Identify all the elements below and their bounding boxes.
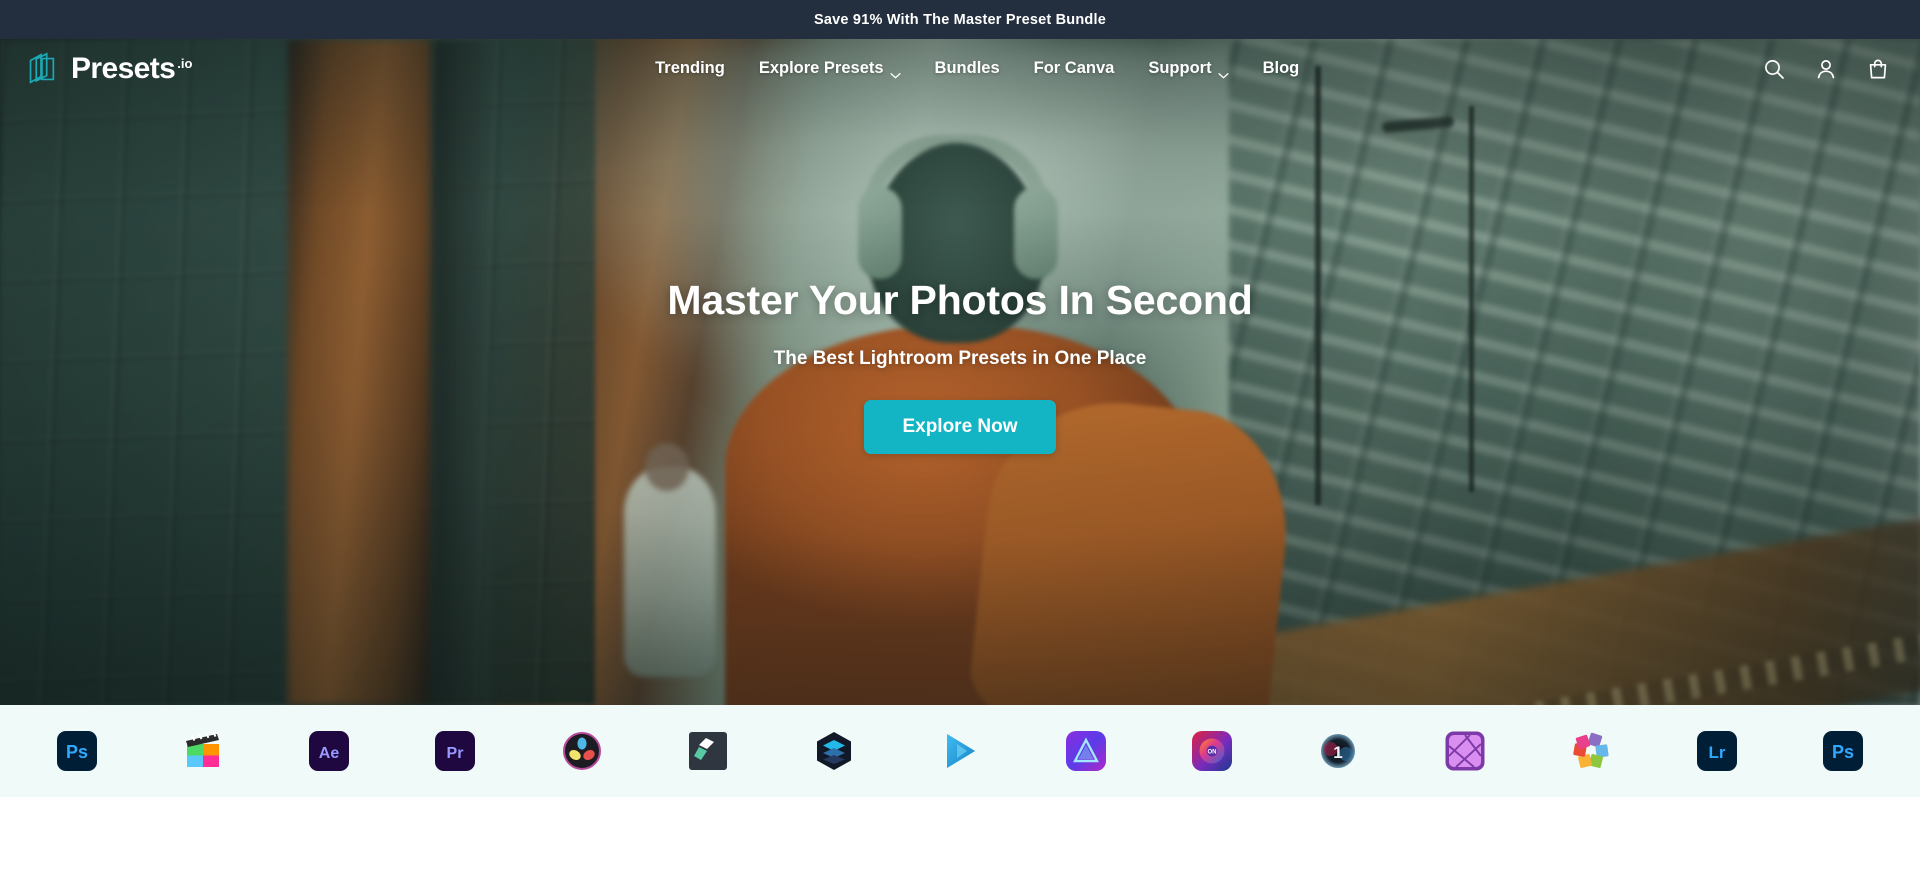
header-actions (1762, 57, 1898, 81)
app-logo-on1-photo-raw[interactable]: ON (1149, 730, 1275, 772)
app-logo-after-effects[interactable]: Ae (266, 730, 392, 772)
luminar-icon (1066, 731, 1107, 771)
nav-item-for-canva[interactable]: For Canva (1034, 59, 1115, 78)
svg-text:ON: ON (1208, 750, 1217, 756)
nav-item-support[interactable]: Support (1148, 59, 1229, 79)
chevron-down-icon (1218, 65, 1229, 79)
nav-item-blog[interactable]: Blog (1263, 59, 1300, 78)
brand-tld: .io (177, 55, 193, 71)
app-logo-capture-one-hex[interactable] (771, 730, 897, 772)
capture-one-icon: 1 (1321, 734, 1356, 768)
nav-label: Trending (655, 59, 725, 77)
app-logo-powerdirector[interactable] (897, 730, 1023, 772)
lightroom-icon: Lr (1696, 731, 1737, 771)
nav-label: Blog (1262, 59, 1300, 77)
announcement-text: Save 91% With The Master Preset Bundle (814, 11, 1106, 28)
app-logo-corel-pinwheel[interactable] (1528, 730, 1654, 772)
account-icon[interactable] (1814, 57, 1838, 81)
chevron-down-icon (890, 65, 901, 79)
site-header: Presets .io Trending Explore Presets Bun… (0, 39, 1920, 98)
hero-content: Master Your Photos In Second The Best Li… (0, 277, 1920, 454)
cart-icon[interactable] (1866, 57, 1890, 81)
app-logo-lightroom[interactable]: Lr (1654, 730, 1780, 772)
photoshop-icon: Ps (1823, 731, 1864, 771)
svg-text:Ps: Ps (1832, 742, 1854, 762)
play-triangle-icon (947, 734, 976, 768)
stacked-frames-icon (22, 50, 60, 88)
main-navigation: Trending Explore Presets Bundles For Can… (192, 59, 1762, 79)
nav-label: Bundles (934, 59, 1000, 77)
premiere-pro-icon: Pr (435, 731, 476, 771)
hero-section: Presets .io Trending Explore Presets Bun… (0, 39, 1920, 705)
app-logo-photoshop[interactable]: Ps (14, 730, 140, 772)
nav-label: For Canva (1033, 59, 1115, 77)
hero-subtitle: The Best Lightroom Presets in One Place (773, 348, 1147, 369)
svg-text:Pr: Pr (447, 745, 464, 762)
app-logo-davinci-resolve[interactable] (519, 730, 645, 772)
explore-now-button[interactable]: Explore Now (864, 400, 1056, 454)
app-logo-premiere-pro[interactable]: Pr (392, 730, 518, 772)
davinci-resolve-icon (562, 732, 601, 770)
app-logo-capture-one[interactable]: 1 (1275, 730, 1401, 772)
svg-text:Lr: Lr (1708, 743, 1725, 762)
photoshop-icon: Ps (57, 731, 98, 771)
app-logo-filmora[interactable] (645, 730, 771, 772)
hex-layers-icon (816, 732, 851, 770)
page-title: Master Your Photos In Second (667, 277, 1253, 323)
svg-text:1: 1 (1334, 743, 1343, 762)
search-icon[interactable] (1762, 57, 1786, 81)
nav-item-explore-presets[interactable]: Explore Presets (758, 59, 901, 79)
announcement-bar[interactable]: Save 91% With The Master Preset Bundle (0, 0, 1920, 39)
brand-logo[interactable]: Presets .io (22, 50, 192, 88)
app-logo-photoshop-2[interactable]: Ps (1780, 730, 1906, 772)
supported-apps-strip: Ps Ae Pr ON 1 Lr Ps (0, 705, 1920, 797)
nav-item-trending[interactable]: Trending (655, 59, 725, 78)
app-logo-luminar[interactable] (1023, 730, 1149, 772)
after-effects-icon: Ae (309, 731, 350, 771)
pinwheel-icon (1573, 732, 1609, 768)
svg-text:Ae: Ae (319, 745, 340, 762)
app-logo-affinity-photo[interactable] (1402, 730, 1528, 772)
nav-item-bundles[interactable]: Bundles (935, 59, 1000, 78)
filmora-icon (688, 732, 727, 770)
on1-icon: ON (1192, 731, 1233, 771)
affinity-photo-icon (1445, 731, 1485, 771)
svg-text:Ps: Ps (66, 742, 88, 762)
nav-label: Explore Presets (758, 59, 884, 77)
brand-name: Presets (71, 51, 176, 85)
app-logo-final-cut-pro[interactable] (140, 730, 266, 772)
final-cut-pro-icon (186, 731, 220, 767)
nav-label: Support (1148, 59, 1212, 77)
